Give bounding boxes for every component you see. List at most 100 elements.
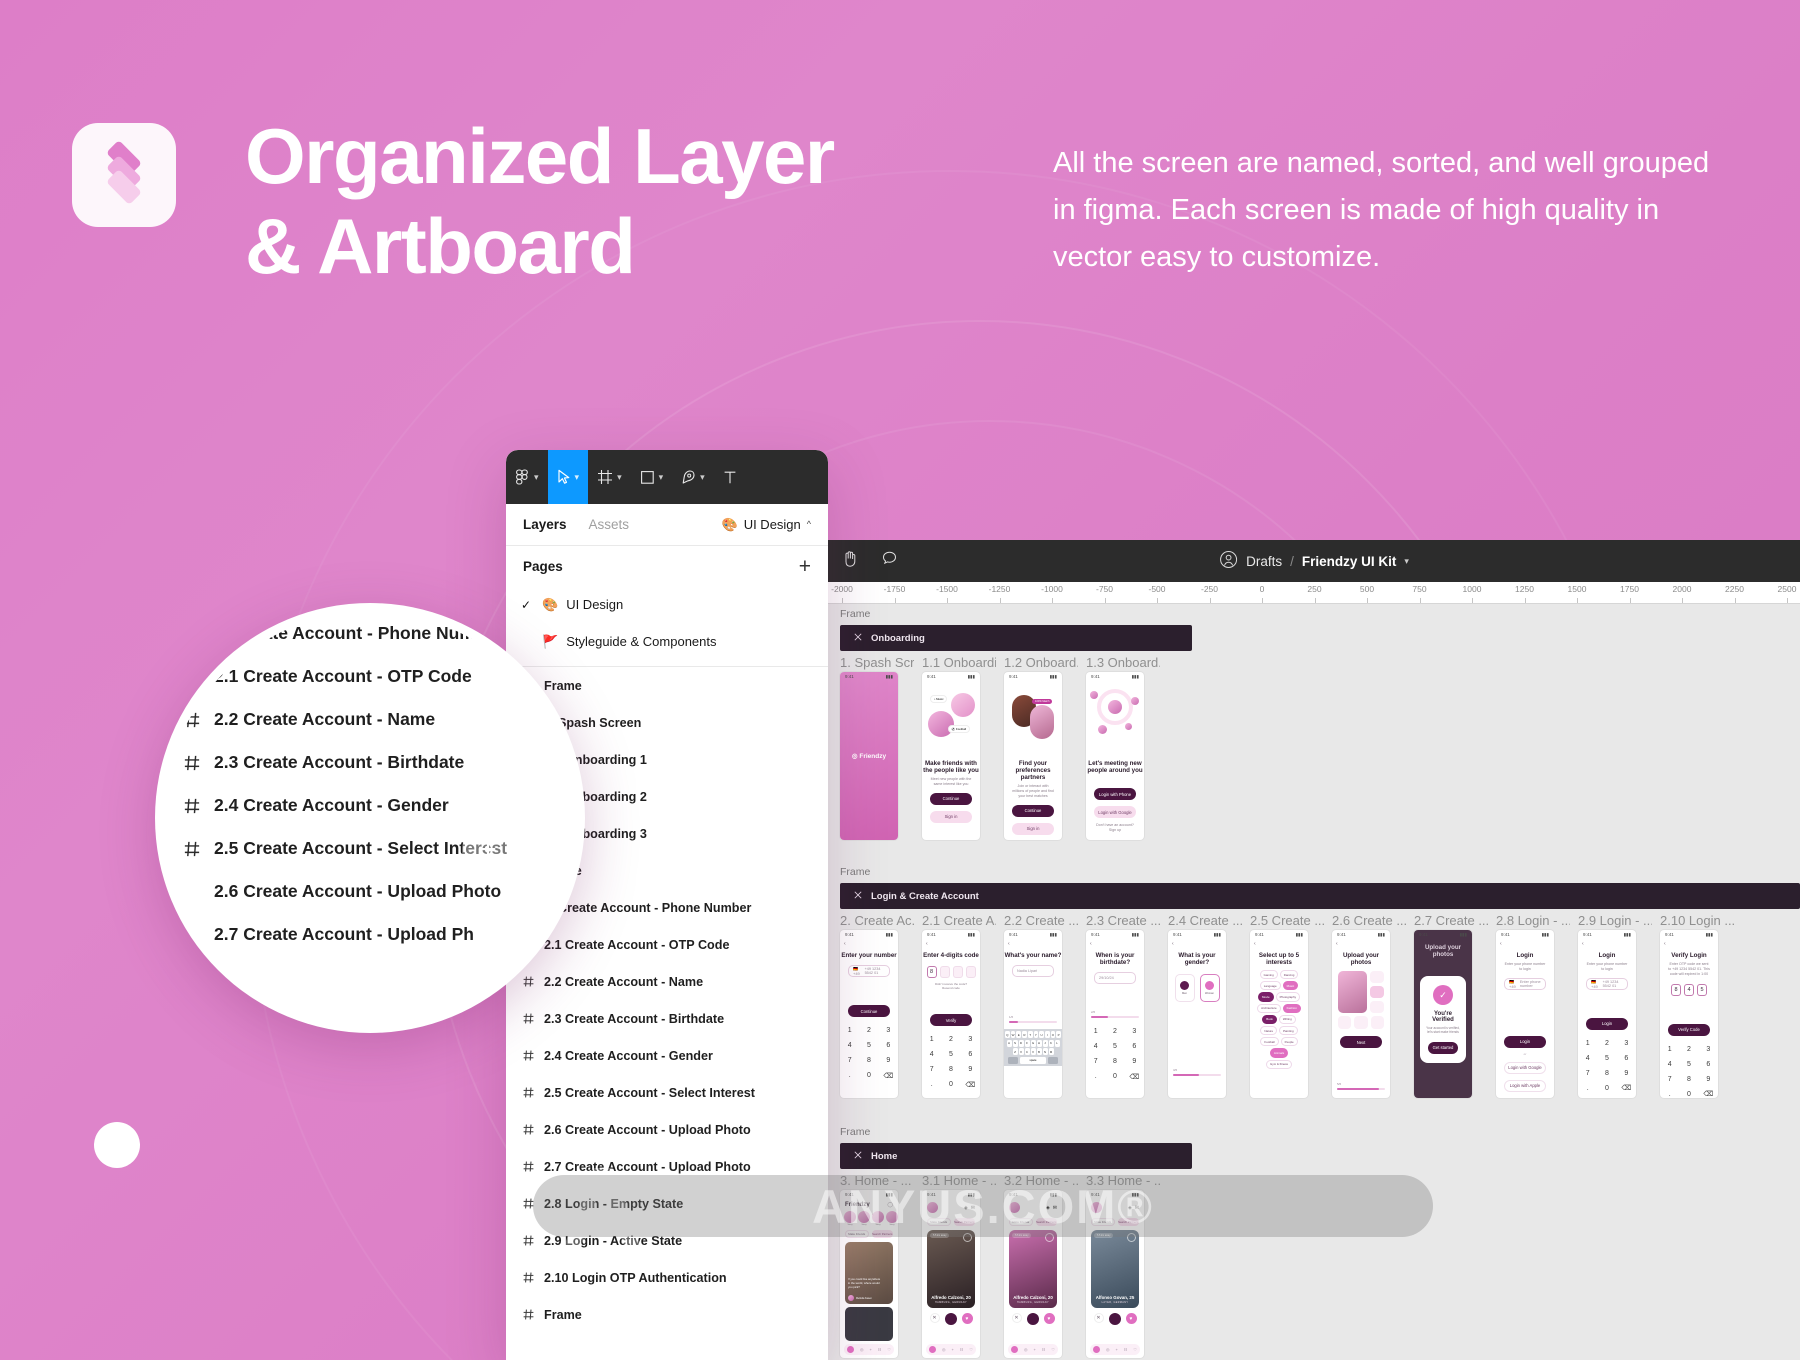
keyboard-key[interactable]: B (1036, 1048, 1042, 1055)
artboard-preview[interactable]: 9:41 ▮▮▮ ‹ What is your gender? Men Woman 3/6 (1168, 930, 1226, 1098)
keyboard-key[interactable]: J (1042, 1039, 1048, 1047)
comment-bubble-icon[interactable] (881, 550, 898, 572)
keypad-key[interactable]: 0 (941, 1077, 960, 1092)
otp-digit-box[interactable] (939, 966, 950, 978)
dislike-button[interactable]: ✕ (1011, 1313, 1022, 1323)
keypad-key[interactable]: 1 (840, 1023, 859, 1038)
input-field[interactable]: 🇩🇪 +49 +49 1234 5542 01 (1586, 977, 1628, 990)
magnified-layer-item[interactable]: 2. Create Account - Phone Number (164, 612, 576, 655)
input-field[interactable]: Nadia Lipari (1012, 965, 1054, 977)
keypad-key[interactable]: 5 (1679, 1057, 1698, 1072)
artboard-label[interactable]: 3.2 Home - ... (1004, 1173, 1078, 1188)
keypad-key[interactable]: 3 (961, 1032, 980, 1047)
tab-layers[interactable]: Layers (523, 517, 567, 532)
gender-option-woman[interactable]: Woman (1199, 974, 1220, 1002)
bottom-nav[interactable]: ◎ + ☷ ♡ (1008, 1344, 1058, 1355)
keypad-key[interactable]: 6 (961, 1047, 980, 1062)
primary-button[interactable]: Login (1586, 1017, 1628, 1030)
numeric-keypad[interactable]: 1 2 3 4 5 6 7 8 9. 0 ⌫ (922, 1032, 980, 1092)
user-circle-icon[interactable] (1219, 550, 1238, 572)
keypad-key[interactable]: 5 (941, 1047, 960, 1062)
layer-item[interactable]: 2.6 Create Account - Upload Photo (506, 1111, 828, 1148)
shape-tool[interactable]: ▾ (631, 450, 673, 504)
artboard-preview[interactable]: 9:41 ▮▮▮ ◈ ✉ Make Friends Search Partners 5.5 … (922, 1190, 980, 1358)
otp-digit-box[interactable]: 8 (926, 966, 937, 978)
keyboard-key[interactable]: W (1010, 1031, 1016, 1038)
interest-tag-list[interactable]: Gaming Dancing Language Music Movie Photograp… (1250, 966, 1308, 1073)
canvas-body[interactable]: FrameOnboarding1. Spash Scr...◎ Friendzy… (828, 604, 1800, 1360)
keypad-key[interactable]: . (1660, 1087, 1679, 1098)
artboard-label[interactable]: 2.5 Create ... (1250, 913, 1324, 928)
secondary-button[interactable]: Sign in (930, 810, 972, 823)
keypad-key[interactable]: 2 (941, 1032, 960, 1047)
otp-digit-box[interactable]: 5 (1697, 983, 1707, 996)
keyboard-key[interactable]: Q (1004, 1031, 1010, 1038)
primary-button[interactable]: Login with Phone (1094, 788, 1136, 800)
keyboard-key[interactable]: C (1024, 1048, 1030, 1055)
artboard-label[interactable]: 1. Spash Scr... (840, 655, 914, 670)
keypad-key[interactable]: 5 (1597, 1051, 1616, 1066)
input-field[interactable]: 29/10/24 (1094, 972, 1136, 984)
keyboard-key[interactable]: G (1030, 1039, 1036, 1047)
otp-digit-box[interactable]: 4 (1684, 983, 1694, 996)
keypad-key[interactable]: ⌫ (961, 1077, 980, 1092)
artboard-label[interactable]: 3.3 Home - ... (1086, 1173, 1160, 1188)
magnified-layer-item[interactable]: 2.7 Create Account - Upload Ph (164, 913, 576, 956)
input-field[interactable]: 🇩🇪 +49 +49 1234 5542 01 (848, 965, 890, 977)
keypad-key[interactable]: 5 (1105, 1039, 1124, 1054)
interest-tag[interactable]: Fashion (1282, 1003, 1301, 1013)
group-header-bar[interactable]: Home (840, 1143, 1192, 1169)
keypad-key[interactable]: 6 (1617, 1051, 1636, 1066)
breadcrumb-file[interactable]: Friendzy UI Kit (1302, 554, 1397, 569)
keypad-key[interactable]: 9 (1125, 1054, 1144, 1069)
layer-item[interactable]: 2.9 Login - Active State (506, 1222, 828, 1259)
keypad-key[interactable]: 1 (1086, 1024, 1105, 1039)
bottom-nav[interactable]: ◎ + ☷ ♡ (844, 1344, 894, 1355)
artboard-label[interactable]: 1.2 Onboard... (1004, 655, 1078, 670)
keypad-key[interactable]: 7 (922, 1062, 941, 1077)
pen-tool[interactable]: ▾ (672, 450, 714, 504)
interest-tag[interactable]: Football (1260, 1037, 1279, 1047)
artboard-label[interactable]: 1.1 Onboardi... (922, 655, 996, 670)
keypad-key[interactable]: . (1578, 1081, 1597, 1096)
keypad-key[interactable]: 6 (1125, 1039, 1144, 1054)
keypad-key[interactable]: 4 (922, 1047, 941, 1062)
like-button[interactable]: ♥ (961, 1313, 973, 1324)
keypad-key[interactable]: 8 (1679, 1072, 1698, 1087)
artboard-preview[interactable]: 9:41 ▮▮▮ Upload your photos ✓ You're Verifie… (1414, 930, 1472, 1098)
profile-card[interactable]: 5.5 km away Alfredo Calzoni, 20 HAMBURG, G… (1009, 1230, 1057, 1308)
artboard-preview[interactable]: 9:41 ▮▮▮ ‹ Select up to 5 interests Gaming Da… (1250, 930, 1308, 1098)
keypad-key[interactable]: 2 (1105, 1024, 1124, 1039)
artboard-preview[interactable]: 9:41 ▮▮▮ ‹ What's your name? Nadia Lipari 1/6… (1004, 930, 1062, 1098)
keypad-key[interactable]: 9 (1617, 1066, 1636, 1081)
keypad-key[interactable]: 5 (859, 1038, 878, 1053)
artboard-label[interactable]: 3.1 Home - ... (922, 1173, 996, 1188)
artboard-label[interactable]: 3. Home - ... (840, 1173, 914, 1188)
keypad-key[interactable]: 7 (840, 1053, 859, 1068)
keyboard-key[interactable]: P (1056, 1031, 1062, 1038)
keypad-key[interactable]: ⌫ (1617, 1081, 1636, 1096)
superlike-button[interactable] (1108, 1313, 1121, 1325)
keyboard-key[interactable]: E (1016, 1031, 1022, 1038)
figma-logo-menu[interactable]: ▾ (506, 450, 548, 504)
magnified-layer-item[interactable]: 2.1 Create Account - OTP Code (164, 655, 576, 698)
keypad-key[interactable]: 7 (1086, 1054, 1105, 1069)
magnified-layer-item[interactable]: 2.6 Create Account - Upload Photo (164, 870, 576, 913)
keyboard-key[interactable]: R (1022, 1031, 1027, 1038)
artboard-preview[interactable]: 9:41 ▮▮▮ ‹ Verify Login Enter OTP code we se… (1660, 930, 1718, 1098)
keypad-key[interactable]: 0 (1597, 1081, 1616, 1096)
keyboard-key[interactable]: V (1030, 1048, 1036, 1055)
primary-button[interactable]: Next (1340, 1036, 1382, 1048)
chevron-down-icon[interactable]: ▾ (1404, 556, 1409, 566)
primary-button[interactable]: Login (1504, 1035, 1546, 1048)
bottom-nav[interactable]: ◎ + ☷ ♡ (1090, 1344, 1140, 1355)
breadcrumb-drafts[interactable]: Drafts (1246, 554, 1282, 569)
keyboard-key[interactable]: S (1012, 1039, 1018, 1047)
artboard-label[interactable]: 2.8 Login - ... (1496, 913, 1570, 928)
keypad-key[interactable]: 3 (879, 1023, 898, 1038)
artboard-label[interactable]: 2.9 Login - ... (1578, 913, 1652, 928)
artboard-preview[interactable]: 9:41▮▮▮Friendzy◯StoryStoryStoryStoryStor… (840, 1190, 898, 1358)
numeric-keypad[interactable]: 1 2 3 4 5 6 7 8 9. 0 ⌫ (1660, 1042, 1718, 1098)
interest-tag[interactable]: Painting (1279, 1025, 1298, 1036)
keypad-key[interactable]: . (922, 1077, 941, 1092)
